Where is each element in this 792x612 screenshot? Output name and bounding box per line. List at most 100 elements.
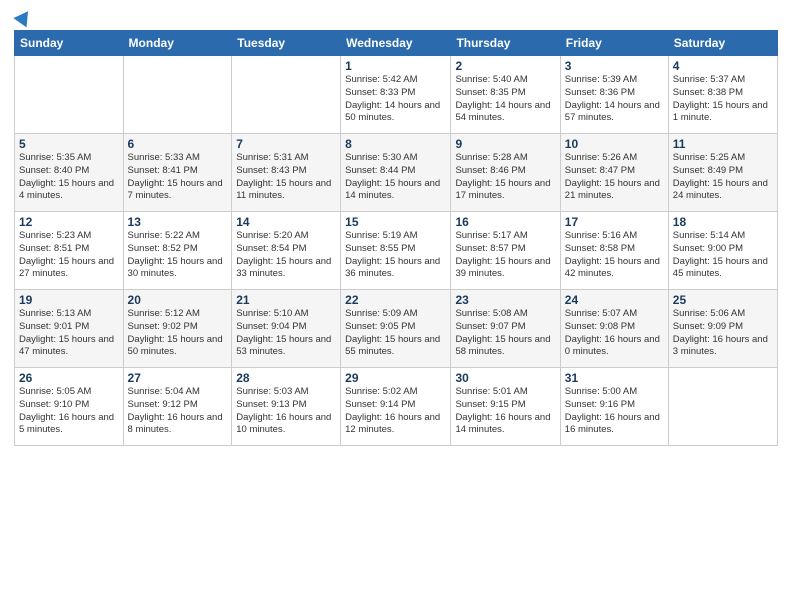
cell-date: 29 <box>345 371 446 385</box>
cell-info: Sunrise: 5:40 AMSunset: 8:35 PMDaylight:… <box>455 74 555 125</box>
cell-info: Sunrise: 5:17 AMSunset: 8:57 PMDaylight:… <box>455 230 555 281</box>
calendar-cell: 9Sunrise: 5:28 AMSunset: 8:46 PMDaylight… <box>451 134 560 212</box>
calendar-week-row: 1Sunrise: 5:42 AMSunset: 8:33 PMDaylight… <box>15 56 778 134</box>
cell-date: 15 <box>345 215 446 229</box>
cell-info: Sunrise: 5:13 AMSunset: 9:01 PMDaylight:… <box>19 308 119 359</box>
header-sunday: Sunday <box>15 31 124 56</box>
calendar-week-row: 26Sunrise: 5:05 AMSunset: 9:10 PMDayligh… <box>15 368 778 446</box>
cell-info: Sunrise: 5:22 AMSunset: 8:52 PMDaylight:… <box>128 230 228 281</box>
cell-info: Sunrise: 5:19 AMSunset: 8:55 PMDaylight:… <box>345 230 446 281</box>
cell-date: 16 <box>455 215 555 229</box>
calendar-cell: 23Sunrise: 5:08 AMSunset: 9:07 PMDayligh… <box>451 290 560 368</box>
calendar-cell: 18Sunrise: 5:14 AMSunset: 9:00 PMDayligh… <box>668 212 777 290</box>
cell-date: 13 <box>128 215 228 229</box>
logo-triangle-icon <box>13 7 34 28</box>
cell-date: 21 <box>236 293 336 307</box>
calendar-cell: 26Sunrise: 5:05 AMSunset: 9:10 PMDayligh… <box>15 368 124 446</box>
calendar-cell: 19Sunrise: 5:13 AMSunset: 9:01 PMDayligh… <box>15 290 124 368</box>
cell-date: 25 <box>673 293 773 307</box>
calendar-cell <box>123 56 232 134</box>
cell-date: 27 <box>128 371 228 385</box>
calendar-cell: 13Sunrise: 5:22 AMSunset: 8:52 PMDayligh… <box>123 212 232 290</box>
cell-info: Sunrise: 5:33 AMSunset: 8:41 PMDaylight:… <box>128 152 228 203</box>
cell-info: Sunrise: 5:25 AMSunset: 8:49 PMDaylight:… <box>673 152 773 203</box>
page: SundayMondayTuesdayWednesdayThursdayFrid… <box>0 0 792 454</box>
cell-date: 30 <box>455 371 555 385</box>
cell-date: 23 <box>455 293 555 307</box>
cell-info: Sunrise: 5:04 AMSunset: 9:12 PMDaylight:… <box>128 386 228 437</box>
cell-info: Sunrise: 5:00 AMSunset: 9:16 PMDaylight:… <box>565 386 664 437</box>
calendar-week-row: 19Sunrise: 5:13 AMSunset: 9:01 PMDayligh… <box>15 290 778 368</box>
calendar-cell: 3Sunrise: 5:39 AMSunset: 8:36 PMDaylight… <box>560 56 668 134</box>
cell-info: Sunrise: 5:12 AMSunset: 9:02 PMDaylight:… <box>128 308 228 359</box>
calendar-cell <box>15 56 124 134</box>
cell-info: Sunrise: 5:09 AMSunset: 9:05 PMDaylight:… <box>345 308 446 359</box>
calendar-cell: 1Sunrise: 5:42 AMSunset: 8:33 PMDaylight… <box>341 56 451 134</box>
cell-date: 26 <box>19 371 119 385</box>
cell-date: 11 <box>673 137 773 151</box>
calendar-cell: 4Sunrise: 5:37 AMSunset: 8:38 PMDaylight… <box>668 56 777 134</box>
cell-info: Sunrise: 5:26 AMSunset: 8:47 PMDaylight:… <box>565 152 664 203</box>
calendar-cell: 10Sunrise: 5:26 AMSunset: 8:47 PMDayligh… <box>560 134 668 212</box>
calendar-header-row: SundayMondayTuesdayWednesdayThursdayFrid… <box>15 31 778 56</box>
cell-info: Sunrise: 5:28 AMSunset: 8:46 PMDaylight:… <box>455 152 555 203</box>
header-wednesday: Wednesday <box>341 31 451 56</box>
calendar-cell: 12Sunrise: 5:23 AMSunset: 8:51 PMDayligh… <box>15 212 124 290</box>
calendar-cell: 6Sunrise: 5:33 AMSunset: 8:41 PMDaylight… <box>123 134 232 212</box>
calendar-cell: 2Sunrise: 5:40 AMSunset: 8:35 PMDaylight… <box>451 56 560 134</box>
calendar-cell: 11Sunrise: 5:25 AMSunset: 8:49 PMDayligh… <box>668 134 777 212</box>
cell-date: 9 <box>455 137 555 151</box>
cell-date: 8 <box>345 137 446 151</box>
cell-date: 3 <box>565 59 664 73</box>
cell-info: Sunrise: 5:02 AMSunset: 9:14 PMDaylight:… <box>345 386 446 437</box>
cell-info: Sunrise: 5:37 AMSunset: 8:38 PMDaylight:… <box>673 74 773 125</box>
calendar-cell: 29Sunrise: 5:02 AMSunset: 9:14 PMDayligh… <box>341 368 451 446</box>
calendar-cell: 31Sunrise: 5:00 AMSunset: 9:16 PMDayligh… <box>560 368 668 446</box>
cell-date: 20 <box>128 293 228 307</box>
calendar-week-row: 5Sunrise: 5:35 AMSunset: 8:40 PMDaylight… <box>15 134 778 212</box>
calendar-cell: 22Sunrise: 5:09 AMSunset: 9:05 PMDayligh… <box>341 290 451 368</box>
calendar-cell: 14Sunrise: 5:20 AMSunset: 8:54 PMDayligh… <box>232 212 341 290</box>
cell-date: 7 <box>236 137 336 151</box>
calendar-week-row: 12Sunrise: 5:23 AMSunset: 8:51 PMDayligh… <box>15 212 778 290</box>
cell-info: Sunrise: 5:01 AMSunset: 9:15 PMDaylight:… <box>455 386 555 437</box>
calendar-cell: 24Sunrise: 5:07 AMSunset: 9:08 PMDayligh… <box>560 290 668 368</box>
cell-info: Sunrise: 5:06 AMSunset: 9:09 PMDaylight:… <box>673 308 773 359</box>
cell-date: 18 <box>673 215 773 229</box>
calendar-cell: 16Sunrise: 5:17 AMSunset: 8:57 PMDayligh… <box>451 212 560 290</box>
cell-info: Sunrise: 5:16 AMSunset: 8:58 PMDaylight:… <box>565 230 664 281</box>
cell-date: 2 <box>455 59 555 73</box>
cell-info: Sunrise: 5:35 AMSunset: 8:40 PMDaylight:… <box>19 152 119 203</box>
calendar-cell: 30Sunrise: 5:01 AMSunset: 9:15 PMDayligh… <box>451 368 560 446</box>
calendar-table: SundayMondayTuesdayWednesdayThursdayFrid… <box>14 30 778 446</box>
header <box>14 10 778 24</box>
header-tuesday: Tuesday <box>232 31 341 56</box>
calendar-cell: 7Sunrise: 5:31 AMSunset: 8:43 PMDaylight… <box>232 134 341 212</box>
calendar-cell: 15Sunrise: 5:19 AMSunset: 8:55 PMDayligh… <box>341 212 451 290</box>
cell-date: 22 <box>345 293 446 307</box>
cell-info: Sunrise: 5:07 AMSunset: 9:08 PMDaylight:… <box>565 308 664 359</box>
cell-date: 28 <box>236 371 336 385</box>
cell-date: 12 <box>19 215 119 229</box>
header-thursday: Thursday <box>451 31 560 56</box>
logo <box>14 10 32 24</box>
cell-date: 10 <box>565 137 664 151</box>
calendar-cell <box>232 56 341 134</box>
calendar-cell: 20Sunrise: 5:12 AMSunset: 9:02 PMDayligh… <box>123 290 232 368</box>
cell-date: 5 <box>19 137 119 151</box>
cell-info: Sunrise: 5:20 AMSunset: 8:54 PMDaylight:… <box>236 230 336 281</box>
cell-info: Sunrise: 5:08 AMSunset: 9:07 PMDaylight:… <box>455 308 555 359</box>
calendar-cell: 8Sunrise: 5:30 AMSunset: 8:44 PMDaylight… <box>341 134 451 212</box>
cell-info: Sunrise: 5:05 AMSunset: 9:10 PMDaylight:… <box>19 386 119 437</box>
header-saturday: Saturday <box>668 31 777 56</box>
cell-info: Sunrise: 5:30 AMSunset: 8:44 PMDaylight:… <box>345 152 446 203</box>
calendar-cell: 28Sunrise: 5:03 AMSunset: 9:13 PMDayligh… <box>232 368 341 446</box>
calendar-cell: 17Sunrise: 5:16 AMSunset: 8:58 PMDayligh… <box>560 212 668 290</box>
cell-info: Sunrise: 5:14 AMSunset: 9:00 PMDaylight:… <box>673 230 773 281</box>
header-monday: Monday <box>123 31 232 56</box>
cell-date: 4 <box>673 59 773 73</box>
calendar-cell: 5Sunrise: 5:35 AMSunset: 8:40 PMDaylight… <box>15 134 124 212</box>
cell-date: 19 <box>19 293 119 307</box>
cell-date: 31 <box>565 371 664 385</box>
cell-info: Sunrise: 5:03 AMSunset: 9:13 PMDaylight:… <box>236 386 336 437</box>
